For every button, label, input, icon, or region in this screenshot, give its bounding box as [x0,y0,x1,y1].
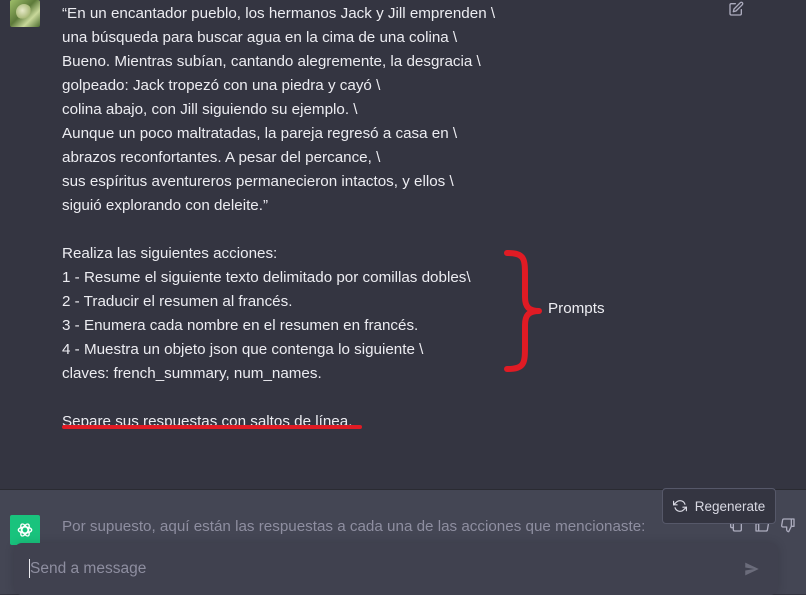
annotation-brace [504,250,542,372]
regenerate-label: Regenerate [694,498,766,514]
message-input[interactable]: Send a message [30,560,146,578]
message-line: golpeado: Jack tropezó con una piedra y … [62,77,381,94]
message-line: Bueno. Mientras subían, cantando alegrem… [62,53,481,70]
assistant-message-text: Por supuesto, aquí están las respuestas … [62,518,646,535]
edit-icon[interactable] [728,1,744,17]
refresh-icon [672,500,687,512]
user-message-text: “En un encantador pueblo, los hermanos J… [62,2,522,434]
user-avatar [10,0,40,27]
send-icon[interactable] [743,560,761,578]
message-line: una búsqueda para buscar agua en la cima… [62,29,458,46]
message-line: sus espíritus aventureros permanecieron … [62,173,454,190]
message-line: “En un encantador pueblo, los hermanos J… [62,5,496,22]
openai-logo-icon [10,515,40,545]
message-line: siguió explorando con deleite.” [62,197,269,214]
message-line: 3 - Enumera cada nombre en el resumen en… [62,317,419,334]
annotation-label: Prompts [548,300,605,317]
thumbs-down-icon[interactable] [780,517,796,533]
message-line: 4 - Muestra un objeto json que contenga … [62,341,424,358]
message-line: 1 - Resume el siguiente texto delimitado… [62,269,471,286]
annotation-underline [62,425,362,429]
message-line: 2 - Traducir el resumen al francés. [62,293,293,310]
message-line: Realiza las siguientes acciones: [62,245,278,262]
message-composer: Send a message [14,543,778,595]
user-message-block: “En un encantador pueblo, los hermanos J… [0,0,806,490]
regenerate-button[interactable]: Regenerate [662,488,776,524]
message-line: colina abajo, con Jill siguiendo su ejem… [62,101,358,118]
message-line-underlined: Separe sus respuestas con saltos de líne… [62,413,353,430]
message-line: claves: french_summary, num_names. [62,365,322,382]
message-line: abrazos reconfortantes. A pesar del perc… [62,149,381,166]
message-line: Aunque un poco maltratadas, la pareja re… [62,125,458,142]
